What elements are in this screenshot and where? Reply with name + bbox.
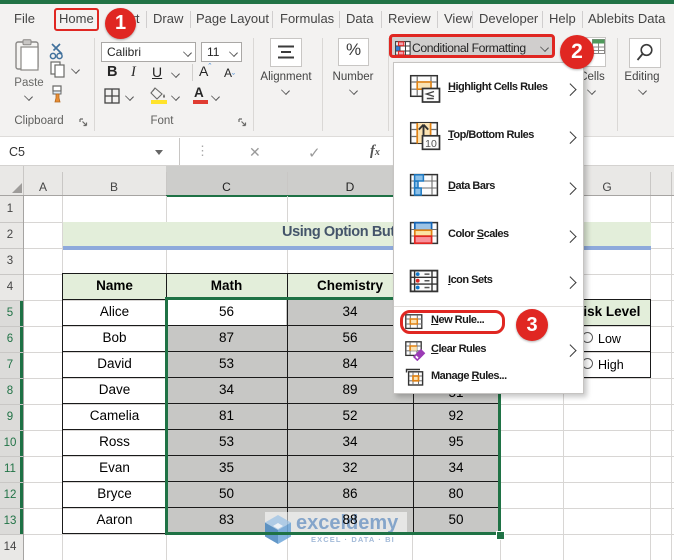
- svg-text:10: 10: [425, 138, 437, 150]
